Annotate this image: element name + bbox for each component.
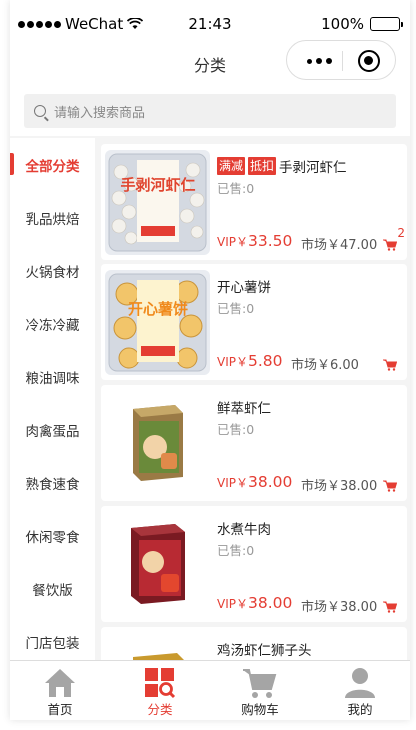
bottom-tabbar: 首页 分类 购物车 我的 [10,660,410,720]
add-to-cart-icon[interactable] [383,239,397,251]
product-name: 鲜萃虾仁 [217,401,271,417]
tab-profile[interactable]: 我的 [310,661,410,720]
sidebar-item-grain-oil[interactable]: 粮油调味 [10,350,95,403]
vip-price: VIP￥38.00 [217,473,292,491]
sidebar-item-all[interactable]: 全部分类 [10,138,95,191]
add-to-cart-icon[interactable] [383,480,397,492]
product-card[interactable]: 鲜萃虾仁 已售:0 VIP￥38.00 市场￥38.00 [101,385,407,501]
sidebar-item-meat-egg[interactable]: 肉禽蛋品 [10,403,95,456]
search-area: 请输入搜索商品 [10,86,410,136]
product-image [105,391,210,496]
sidebar-item-label: 粮油调味 [25,370,80,387]
product-image: 开心薯饼 [105,270,210,375]
promo-tag-deduct: 抵扣 [248,157,277,175]
vip-price-prefix: VIP￥ [217,235,248,249]
product-image: 手剥河虾仁 [105,150,210,255]
vip-price-value: 33.50 [248,232,293,250]
more-options-icon[interactable] [307,58,332,64]
sidebar-item-label: 火锅食材 [25,264,80,281]
sidebar-item-label: 门店包装 [25,635,80,652]
search-icon [34,105,46,117]
sidebar-item-hotpot[interactable]: 火锅食材 [10,244,95,297]
sold-count: 已售:0 [217,543,255,558]
navigation-bar: 分类 [10,36,410,86]
add-to-cart-icon[interactable] [383,601,397,613]
sold-count: 已售:0 [217,301,255,316]
category-icon [145,668,176,699]
product-name: 水煮牛肉 [217,522,271,538]
tab-label: 购物车 [241,702,279,717]
tab-label: 分类 [147,702,173,717]
package-text: 手剥河虾仁 [120,176,195,194]
market-price: 市场￥6.00 [291,358,359,373]
vip-price: VIP￥38.00 [217,594,292,612]
product-card[interactable]: 鸡汤虾仁狮子头 [101,627,407,660]
product-image [105,633,210,660]
product-name: 手剥河虾仁 [279,160,347,176]
product-title-row: 满减 抵扣 手剥河虾仁 [217,156,347,176]
vip-price-value: 38.00 [248,473,293,491]
close-mini-program-icon[interactable] [358,50,380,72]
sidebar-item-label: 全部分类 [25,158,80,175]
vip-price-value: 5.80 [248,352,283,370]
vip-price: VIP￥33.50 [217,232,292,250]
tab-cart[interactable]: 购物车 [210,661,310,720]
cart-icon [243,669,277,698]
home-icon [45,669,75,697]
sidebar-item-label: 乳品烘焙 [25,211,80,228]
phone-screen: WeChat 21:43 100% 分类 请输入搜索商品 全部分类 乳品烘焙 火… [10,0,410,720]
market-price: 市场￥38.00 [301,600,378,615]
battery-group: 100% [321,15,403,33]
battery-icon [370,17,403,31]
product-name: 鸡汤虾仁狮子头 [217,643,312,659]
product-list: 手剥河虾仁 满减 抵扣 手剥河虾仁 已售:0 VIP￥33.50 市场￥47.0… [99,138,410,660]
capsule-divider [342,51,343,71]
product-card[interactable]: 水煮牛肉 已售:0 VIP￥38.00 市场￥38.00 [101,506,407,622]
sidebar-item-label: 餐饮版 [32,582,73,599]
battery-percent: 100% [321,15,364,33]
sidebar-item-catering[interactable]: 餐饮版 [10,562,95,615]
product-name: 开心薯饼 [217,280,271,296]
tab-label: 首页 [47,702,73,717]
package-text: 开心薯饼 [128,300,188,318]
vip-price: VIP￥5.80 [217,352,283,370]
vip-price-prefix: VIP￥ [217,597,248,611]
product-title-row: 水煮牛肉 [217,518,271,538]
sidebar-item-store-package[interactable]: 门店包装 [10,615,95,660]
vip-price-prefix: VIP￥ [217,476,248,490]
sidebar-item-cooked[interactable]: 熟食速食 [10,456,95,509]
product-title-row: 鲜萃虾仁 [217,397,271,417]
tab-label: 我的 [347,702,373,717]
market-price: 市场￥38.00 [301,479,378,494]
category-sidebar: 全部分类 乳品烘焙 火锅食材 冷冻冷藏 粮油调味 肉禽蛋品 熟食速食 休闲零食 … [10,138,95,660]
sidebar-item-dairy-bakery[interactable]: 乳品烘焙 [10,191,95,244]
tab-home[interactable]: 首页 [10,661,110,720]
promo-tag-discount: 满减 [217,157,246,175]
product-image [105,512,210,617]
sidebar-item-label: 熟食速食 [25,476,80,493]
sold-count: 已售:0 [217,422,255,437]
sidebar-item-frozen[interactable]: 冷冻冷藏 [10,297,95,350]
cart-count-badge: 2 [397,226,405,240]
product-title-row: 开心薯饼 [217,276,271,296]
vip-price-value: 38.00 [248,594,293,612]
sidebar-item-label: 休闲零食 [25,529,80,546]
vip-price-prefix: VIP￥ [217,355,248,369]
user-icon [345,668,375,698]
tab-category[interactable]: 分类 [110,661,210,720]
product-title-row: 鸡汤虾仁狮子头 [217,639,312,659]
mini-program-capsule [286,40,396,80]
search-placeholder: 请输入搜索商品 [54,105,146,121]
search-input[interactable]: 请输入搜索商品 [24,94,396,128]
product-card[interactable]: 手剥河虾仁 满减 抵扣 手剥河虾仁 已售:0 VIP￥33.50 市场￥47.0… [101,144,407,260]
sold-count: 已售:0 [217,181,255,196]
add-to-cart-icon[interactable] [383,359,397,371]
product-card[interactable]: 开心薯饼 开心薯饼 已售:0 VIP￥5.80 市场￥6.00 [101,264,407,380]
market-price: 市场￥47.00 [301,238,378,253]
sidebar-item-label: 冷冻冷藏 [25,317,80,334]
sidebar-item-snacks[interactable]: 休闲零食 [10,509,95,562]
sidebar-item-label: 肉禽蛋品 [25,423,80,440]
